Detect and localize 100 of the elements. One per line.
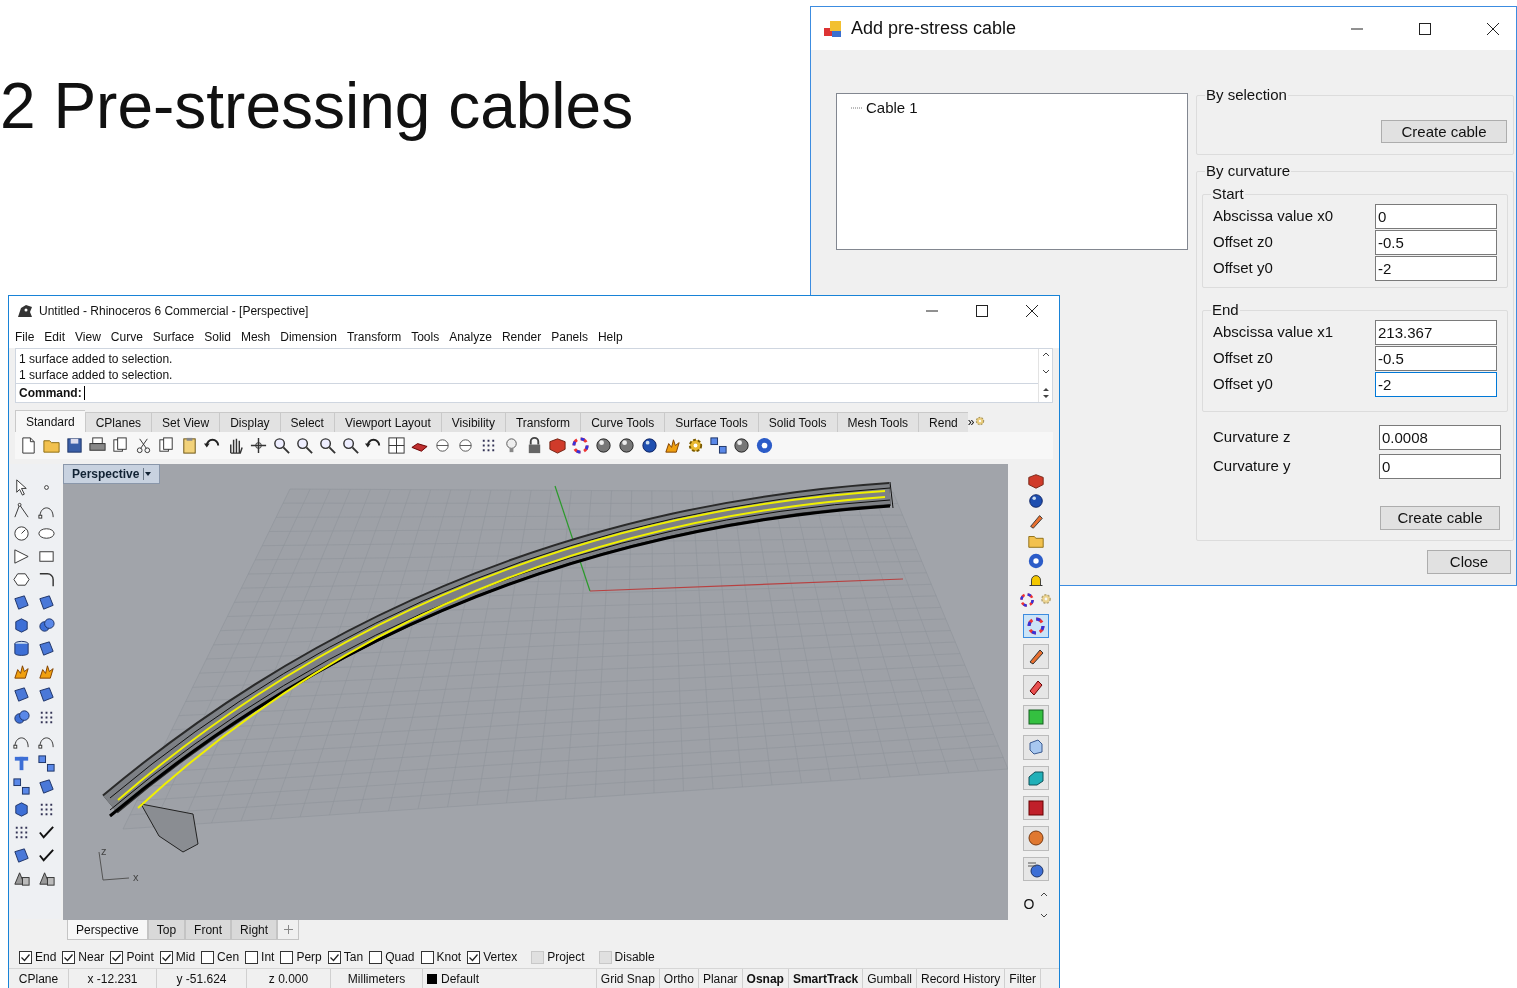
checkbox-label[interactable]: Vertex bbox=[483, 948, 518, 966]
blocks-icon[interactable] bbox=[709, 436, 728, 455]
menu-item[interactable]: Dimension bbox=[280, 328, 337, 346]
ball-icon[interactable] bbox=[1026, 828, 1046, 849]
color-wheel-icon[interactable] bbox=[1019, 592, 1035, 608]
checkbox-label[interactable]: Cen bbox=[217, 948, 240, 966]
checkbox[interactable] bbox=[467, 950, 481, 964]
gear-icon[interactable] bbox=[974, 415, 987, 427]
scroll-down-icon[interactable] bbox=[1041, 368, 1050, 375]
burst-icon[interactable] bbox=[663, 436, 682, 455]
burst-icon[interactable] bbox=[37, 662, 56, 681]
maximize-icon[interactable] bbox=[1418, 21, 1432, 36]
checkbox-label[interactable]: Near bbox=[78, 948, 105, 966]
menu-item[interactable]: Panels bbox=[551, 328, 588, 346]
spheres-icon[interactable] bbox=[37, 616, 56, 635]
square-sheet-icon[interactable] bbox=[1026, 707, 1046, 728]
check-icon[interactable] bbox=[37, 823, 56, 842]
surface-icon[interactable] bbox=[37, 777, 56, 796]
menu-item[interactable]: Render bbox=[501, 328, 542, 346]
sphere-icon[interactable] bbox=[617, 436, 636, 455]
input-field[interactable]: 213.367 bbox=[1375, 319, 1497, 345]
maximize-icon[interactable] bbox=[975, 304, 989, 318]
menu-item[interactable]: Mesh bbox=[240, 328, 271, 346]
checkbox-label[interactable]: Point bbox=[126, 948, 154, 966]
menu-item[interactable]: File bbox=[15, 328, 35, 346]
checkbox[interactable] bbox=[62, 950, 76, 964]
copy-icon[interactable] bbox=[111, 436, 130, 455]
triangle-icon[interactable] bbox=[12, 547, 31, 566]
square-tile-icon[interactable] bbox=[1026, 798, 1046, 819]
sphere-icon[interactable] bbox=[640, 436, 659, 455]
menu-item[interactable]: View bbox=[75, 328, 101, 346]
shapes-icon[interactable] bbox=[37, 869, 56, 888]
tabs-overflow-button[interactable]: » bbox=[967, 412, 975, 432]
checkbox[interactable] bbox=[19, 950, 32, 964]
blocks-icon[interactable] bbox=[37, 754, 56, 773]
sphere-icon[interactable] bbox=[594, 436, 613, 455]
target-icon[interactable] bbox=[456, 436, 475, 455]
checkbox[interactable] bbox=[327, 950, 341, 964]
menu-item[interactable]: Surface bbox=[152, 328, 195, 346]
surface-icon[interactable] bbox=[37, 639, 56, 658]
checkbox[interactable] bbox=[369, 950, 383, 964]
checkbox[interactable] bbox=[159, 950, 173, 964]
checkbox-label[interactable]: Perp bbox=[296, 948, 322, 966]
save-icon[interactable] bbox=[65, 436, 84, 455]
input-field[interactable]: 0 bbox=[1379, 453, 1501, 479]
surface-icon[interactable] bbox=[37, 685, 56, 704]
status-toggle[interactable]: Record History bbox=[916, 969, 1006, 988]
menu-item[interactable]: Transform bbox=[346, 328, 402, 346]
menu-item[interactable]: Solid bbox=[204, 328, 231, 346]
toolbar-tab[interactable]: Visibility bbox=[440, 412, 505, 432]
circle-icon[interactable] bbox=[12, 524, 31, 543]
add-tab-button[interactable] bbox=[277, 920, 300, 940]
checkbox-label[interactable]: Mid bbox=[175, 948, 196, 966]
shapes-icon[interactable] bbox=[12, 869, 31, 888]
input-field[interactable]: -2 bbox=[1375, 371, 1497, 397]
close-icon[interactable] bbox=[1486, 21, 1500, 36]
input-field[interactable]: -0.5 bbox=[1375, 229, 1497, 255]
cylinder-icon[interactable] bbox=[12, 639, 31, 658]
close-icon[interactable] bbox=[1025, 304, 1039, 318]
menu-item[interactable]: Edit bbox=[44, 328, 66, 346]
viewport-label[interactable]: Perspective bbox=[63, 464, 161, 484]
burst-icon[interactable] bbox=[12, 662, 31, 681]
checkbox-label[interactable]: Quad bbox=[385, 948, 415, 966]
status-toggle[interactable]: Grid Snap bbox=[596, 969, 660, 988]
status-toggle[interactable]: Planar bbox=[698, 969, 743, 988]
clipboard-icon[interactable] bbox=[180, 436, 199, 455]
input-field[interactable]: 0 bbox=[1375, 203, 1497, 229]
input-field[interactable]: 0.0008 bbox=[1379, 424, 1501, 450]
checkbox-label[interactable]: Knot bbox=[436, 948, 462, 966]
zoom-icon[interactable] bbox=[272, 436, 291, 455]
menu-item[interactable]: Tools bbox=[411, 328, 440, 346]
status-toggle[interactable]: Filter bbox=[1005, 969, 1041, 988]
status-toggle[interactable]: Osnap bbox=[742, 969, 789, 988]
viewport-tab[interactable]: Perspective bbox=[67, 920, 148, 940]
toolbar-tab[interactable]: Viewport Layout bbox=[333, 412, 441, 432]
sphere-icon[interactable] bbox=[1027, 492, 1045, 510]
scissors-icon[interactable] bbox=[134, 436, 153, 455]
toolbar-tab[interactable]: Mesh Tools bbox=[836, 412, 919, 432]
grid-icon[interactable] bbox=[387, 436, 406, 455]
toolbar-tab[interactable]: Rend bbox=[918, 412, 968, 432]
toolbar-tab[interactable]: Solid Tools bbox=[757, 412, 837, 432]
status-toggle[interactable]: Gumball bbox=[863, 969, 917, 988]
page-icon[interactable] bbox=[19, 436, 38, 455]
checkbox[interactable] bbox=[280, 950, 294, 964]
surface-icon[interactable] bbox=[12, 846, 31, 865]
toolbar-tab[interactable]: Transform bbox=[504, 412, 581, 432]
create-cable-button[interactable]: Create cable bbox=[1380, 506, 1500, 530]
toolbar-tab[interactable]: Select bbox=[279, 412, 334, 432]
zoom-icon[interactable] bbox=[318, 436, 337, 455]
sphere-icon[interactable] bbox=[732, 436, 751, 455]
status-toggle[interactable]: SmartTrack bbox=[788, 969, 864, 988]
status-toggle[interactable]: Ortho bbox=[659, 969, 699, 988]
polyline-icon[interactable] bbox=[12, 501, 31, 520]
color-wheel-icon[interactable] bbox=[571, 436, 590, 455]
command-line[interactable]: Command: bbox=[16, 384, 1038, 402]
close-button[interactable]: Close bbox=[1427, 550, 1511, 574]
copy-icon[interactable] bbox=[157, 436, 176, 455]
hexagon-icon[interactable] bbox=[12, 570, 31, 589]
surface-icon[interactable] bbox=[12, 593, 31, 612]
color-wheel-icon[interactable] bbox=[1026, 616, 1046, 637]
